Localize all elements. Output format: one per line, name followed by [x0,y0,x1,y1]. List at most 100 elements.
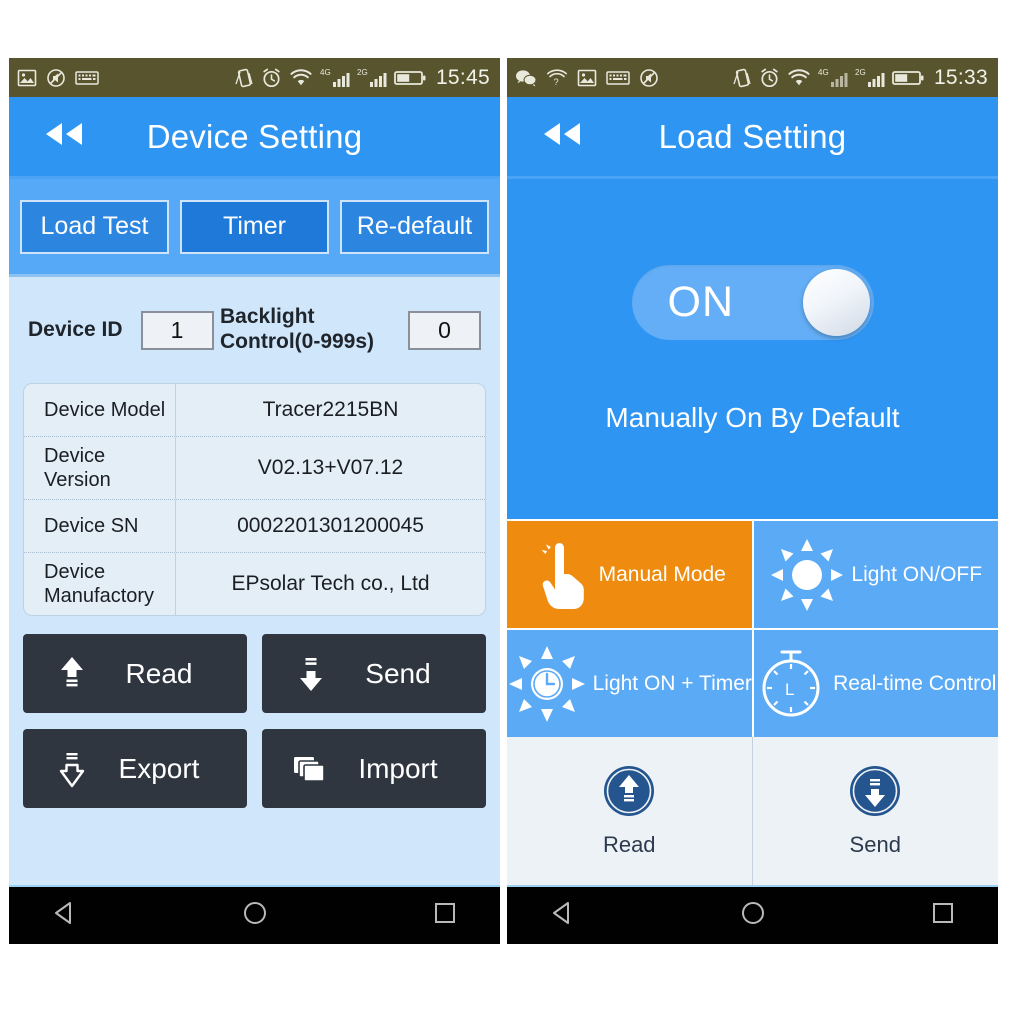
wifi-icon [787,68,811,88]
tab-re-default[interactable]: Re-default [340,199,489,254]
arrow-down-send-icon [284,654,338,694]
nav-recents-button[interactable] [430,898,460,933]
stacked-pages-import-icon [284,751,338,787]
device-id-input[interactable]: 1 [140,310,214,350]
circle-arrow-down-icon [848,764,902,823]
signal-4g-icon: 4G [320,67,350,89]
right-status-left-icons: ? [515,68,659,88]
backlight-control-input[interactable]: 0 [408,310,481,350]
battery-icon [892,69,924,87]
right-app-header: Load Setting [507,97,998,179]
table-value: Tracer2215BN [262,398,399,421]
device-id-label: Device ID [28,317,123,341]
footer-send-label: Send [849,832,901,857]
mute-icon [639,68,659,88]
back-double-arrow-icon [38,119,88,154]
arrow-up-read-icon [45,654,99,694]
mode-grid: Manual Mode Light ON/OFF Light ON + Time… [507,519,998,737]
footer-send-button[interactable]: Send [753,737,999,885]
toggle-state-label: ON [667,277,734,326]
footer-read-label: Read [602,832,656,857]
nav-home-button[interactable] [240,898,270,933]
screenshot-root: 4G 2G 15:45 Device Setting Load Test Tim… [0,0,1010,1010]
stopwatch-icon: L [755,646,827,722]
left-status-bar: 4G 2G 15:45 [9,58,500,97]
footer-actions: Read Send [507,737,998,885]
vibrate-icon [733,67,752,89]
left-app-header: Device Setting [9,97,500,179]
signal-2g-icon: 2G [855,67,885,89]
svg-text:4G: 4G [818,68,829,77]
import-button-label: Import [358,752,438,784]
device-info-table: Device Model Tracer2215BN Device Version… [23,383,486,616]
svg-text:2G: 2G [855,68,866,77]
left-status-time: 15:45 [435,65,490,89]
send-button[interactable]: Send [262,634,486,713]
tab-strip: Load Test Timer Re-default [9,179,500,277]
read-button[interactable]: Read [23,634,247,713]
mode-light-on-timer-label: Light ON + Timer [592,671,752,695]
load-on-off-toggle[interactable]: ON [631,264,874,340]
wifi-question-icon: ? [546,68,568,87]
action-button-grid: Read Send Export Import [23,634,486,808]
tab-load-test[interactable]: Load Test [20,199,169,254]
nav-back-button[interactable] [548,898,578,933]
mode-real-time-control[interactable]: L Real-time Control [753,630,998,737]
toggle-caption: Manually On By Default [605,401,900,433]
image-icon [17,68,37,88]
image-icon [577,68,597,88]
mode-manual[interactable]: Manual Mode [507,521,752,628]
square-recents-icon [430,898,460,933]
table-value: V02.13+V07.12 [257,456,404,479]
right-status-right-icons: 4G 2G 15:33 [733,66,988,90]
nav-recents-button[interactable] [928,898,958,933]
triangle-back-icon [548,898,578,933]
right-android-nav-bar [507,885,998,944]
mode-light-on-timer[interactable]: Light ON + Timer [507,630,752,737]
left-status-left-icons [17,68,99,88]
left-status-right-icons: 4G 2G 15:45 [235,66,490,90]
toggle-knob[interactable] [802,268,870,336]
signal-4g-icon: 4G [818,67,848,89]
send-button-label: Send [365,657,431,689]
alarm-icon [261,67,282,89]
circle-home-icon [240,898,270,933]
back-button[interactable] [37,117,89,157]
load-toggle-pane: ON Manually On By Default [507,179,998,519]
mode-real-time-control-label: Real-time Control [833,671,997,695]
sun-clock-icon [507,644,587,724]
keyboard-icon [606,69,630,87]
triangle-back-icon [50,898,80,933]
table-value: 0002201301200045 [237,514,424,537]
table-value: EPsolar Tech co., Ltd [231,572,430,595]
mode-manual-label: Manual Mode [598,562,726,586]
table-key: Device Version [24,437,176,499]
footer-read-button[interactable]: Read [507,737,753,885]
wechat-icon [515,69,537,87]
device-setting-body: Device ID 1 Backlight Control(0-999s) 0 … [9,277,500,885]
right-phone-screen: ? 4G 2G 15:33 Load Setting ON Manually O… [507,58,998,944]
mode-light-on-off[interactable]: Light ON/OFF [753,521,998,628]
battery-icon [394,69,426,87]
tab-timer[interactable]: Timer [180,199,329,254]
table-row: Device Version V02.13+V07.12 [24,437,485,500]
nav-back-button[interactable] [50,898,80,933]
square-recents-icon [928,898,958,933]
nav-home-button[interactable] [738,898,768,933]
vibrate-icon [235,67,254,89]
export-button[interactable]: Export [23,729,247,808]
import-button[interactable]: Import [262,729,486,808]
circle-arrow-up-icon [602,764,656,823]
export-button-label: Export [118,752,200,784]
read-button-label: Read [125,657,193,689]
left-android-nav-bar [9,885,500,944]
table-row: Device Model Tracer2215BN [24,384,485,437]
sun-icon [769,537,845,613]
pointing-hand-icon [533,538,593,612]
circle-home-icon [738,898,768,933]
backlight-control-label: Backlight Control(0-999s) [220,305,375,353]
svg-text:2G: 2G [357,68,368,77]
back-button[interactable] [535,117,587,157]
table-key: Device Model [24,384,176,436]
arrow-down-export-icon [45,749,99,789]
